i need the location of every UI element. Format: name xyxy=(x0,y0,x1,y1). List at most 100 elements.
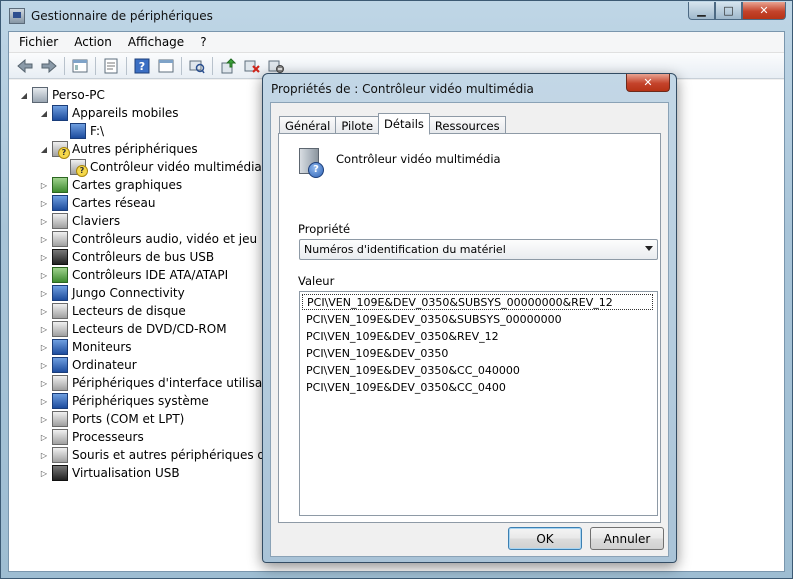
help-icon[interactable]: ? xyxy=(132,56,152,76)
tree-item-label: Souris et autres périphériques de poi xyxy=(72,448,267,462)
value-list-item[interactable]: PCI\VEN_109E&DEV_0350&REV_12 xyxy=(306,328,499,344)
expand-icon[interactable]: ▷ xyxy=(39,306,49,316)
menu-affichage[interactable]: Affichage xyxy=(120,35,192,49)
tree-item-label: Claviers xyxy=(72,214,121,228)
expand-icon[interactable]: ▷ xyxy=(39,342,49,352)
tree-item[interactable]: ▷ Processeurs xyxy=(39,428,144,446)
details-tab-panel: Contrôleur vidéo multimédia Propriété Nu… xyxy=(278,133,661,523)
tree-item[interactable]: ◢ Autres périphériques xyxy=(39,140,198,159)
tree-item-label: Périphériques système xyxy=(72,394,209,408)
device-tree[interactable]: ◢ Perso-PC ◢ Appareils mobiles F:\ ◢ Autres … xyxy=(9,80,267,571)
expand-icon[interactable]: ▷ xyxy=(39,216,49,226)
tree-item[interactable]: ▷ Lecteurs de DVD/CD-ROM xyxy=(39,320,227,338)
mobile-device-icon xyxy=(70,123,86,139)
port-icon xyxy=(52,411,68,427)
tree-item[interactable]: ▷ Contrôleurs de bus USB xyxy=(39,248,214,266)
tree-item[interactable]: ▷ Jungo Connectivity xyxy=(39,284,185,302)
toolbar-separator xyxy=(181,56,182,75)
tab-details[interactable]: Détails xyxy=(378,113,430,135)
tree-item[interactable]: ◢ Appareils mobiles xyxy=(39,104,179,122)
collapse-icon[interactable]: ◢ xyxy=(19,90,29,100)
tree-item[interactable]: ▷ Périphériques d'interface utilisateur xyxy=(39,374,267,392)
unknown-device-icon xyxy=(70,159,88,177)
tree-item[interactable]: F:\ xyxy=(57,122,104,140)
title-bar[interactable]: Gestionnaire de périphériques ▁ □ ✕ xyxy=(1,1,792,31)
tree-item-label: Cartes graphiques xyxy=(72,178,183,192)
chevron-down-icon[interactable] xyxy=(645,246,653,251)
console-icon[interactable] xyxy=(156,56,176,76)
tab-strip: Général Pilote Détails Ressources xyxy=(279,113,506,135)
expand-icon[interactable]: ▷ xyxy=(39,270,49,280)
expand-icon[interactable]: ▷ xyxy=(39,378,49,388)
value-list-item[interactable]: PCI\VEN_109E&DEV_0350&SUBSYS_00000000 xyxy=(306,311,562,327)
expand-icon[interactable]: ▷ xyxy=(39,360,49,370)
dialog-client: Général Pilote Détails Ressources Contrô… xyxy=(270,102,669,557)
tree-item-label: Virtualisation USB xyxy=(72,466,180,480)
menu-help[interactable]: ? xyxy=(192,35,214,49)
collapse-icon[interactable]: ◢ xyxy=(39,108,49,118)
properties-icon[interactable] xyxy=(101,56,121,76)
value-list[interactable]: PCI\VEN_109E&DEV_0350&SUBSYS_00000000&RE… xyxy=(299,291,658,516)
dialog-close-button[interactable]: ✕ xyxy=(626,74,670,92)
tree-item[interactable]: ▷ Cartes réseau xyxy=(39,194,155,212)
tree-item[interactable]: ▷ Claviers xyxy=(39,212,120,230)
tree-item-label: Cartes réseau xyxy=(72,196,156,210)
expand-icon[interactable]: ▷ xyxy=(39,324,49,334)
expand-icon[interactable]: ▷ xyxy=(39,198,49,208)
tree-item[interactable]: ▷ Souris et autres périphériques de poi xyxy=(39,446,267,464)
tree-item[interactable]: ▷ Virtualisation USB xyxy=(39,464,180,482)
uninstall-icon[interactable] xyxy=(242,56,262,76)
expand-icon[interactable]: ▷ xyxy=(39,450,49,460)
menu-action[interactable]: Action xyxy=(66,35,120,49)
value-list-item[interactable]: PCI\VEN_109E&DEV_0350&CC_0400 xyxy=(306,379,506,395)
toolbar-separator xyxy=(64,56,65,75)
expand-icon[interactable]: ▷ xyxy=(39,180,49,190)
expand-icon[interactable]: ▷ xyxy=(39,252,49,262)
scan-hardware-icon[interactable] xyxy=(187,56,207,76)
expand-icon[interactable]: ▷ xyxy=(39,234,49,244)
audio-icon xyxy=(52,231,68,247)
close-button[interactable]: ✕ xyxy=(742,2,786,20)
expand-icon[interactable]: ▷ xyxy=(39,414,49,424)
tree-item[interactable]: ▷ Ordinateur xyxy=(39,356,137,374)
unknown-device-icon xyxy=(299,148,324,178)
tree-item[interactable]: ▷ Lecteurs de disque xyxy=(39,302,186,320)
ok-button[interactable]: OK xyxy=(508,527,582,550)
tree-view-icon[interactable] xyxy=(70,56,90,76)
tree-item-label: Lecteurs de disque xyxy=(72,304,186,318)
tree-item-label: F:\ xyxy=(90,124,105,138)
usb-virtual-icon xyxy=(52,465,68,481)
property-dropdown[interactable]: Numéros d'identification du matériel xyxy=(299,239,658,260)
expand-icon[interactable]: ▷ xyxy=(39,396,49,406)
mouse-icon xyxy=(52,447,68,463)
ide-icon xyxy=(52,267,68,283)
back-icon[interactable] xyxy=(15,56,35,76)
tree-item[interactable]: ▷ Périphériques système xyxy=(39,392,209,410)
tree-item[interactable]: ▷ Contrôleurs IDE ATA/ATAPI xyxy=(39,266,228,284)
value-list-item[interactable]: PCI\VEN_109E&DEV_0350 xyxy=(306,345,448,361)
expand-icon[interactable]: ▷ xyxy=(39,432,49,442)
expand-icon[interactable]: ▷ xyxy=(39,468,49,478)
maximize-button[interactable]: □ xyxy=(715,2,742,20)
tree-item-label: Contrôleur vidéo multimédia xyxy=(90,160,262,174)
expand-icon[interactable]: ▷ xyxy=(39,288,49,298)
tree-item[interactable]: ▷ Ports (COM et LPT) xyxy=(39,410,184,428)
tree-item-label: Contrôleurs audio, vidéo et jeu xyxy=(72,232,258,246)
cancel-button[interactable]: Annuler xyxy=(590,527,664,550)
device-manager-icon xyxy=(9,8,25,24)
tree-item[interactable]: ▷ Cartes graphiques xyxy=(39,176,182,194)
tree-item[interactable]: ▷ Moniteurs xyxy=(39,338,132,356)
tree-root[interactable]: ◢ Perso-PC xyxy=(19,86,105,104)
minimize-button[interactable]: ▁ xyxy=(688,2,715,20)
toolbar-separator xyxy=(126,56,127,75)
menu-fichier[interactable]: Fichier xyxy=(11,35,66,49)
tree-item[interactable]: ▷ Contrôleurs audio, vidéo et jeu xyxy=(39,230,257,248)
tree-item[interactable]: Contrôleur vidéo multimédia xyxy=(57,158,262,177)
dialog-title: Propriétés de : Contrôleur vidéo multimé… xyxy=(271,82,534,96)
value-list-item[interactable]: PCI\VEN_109E&DEV_0350&CC_040000 xyxy=(306,362,520,378)
value-list-item[interactable]: PCI\VEN_109E&DEV_0350&SUBSYS_00000000&RE… xyxy=(302,294,653,310)
update-driver-icon[interactable] xyxy=(218,56,238,76)
forward-icon[interactable] xyxy=(39,56,59,76)
monitor-icon xyxy=(52,339,68,355)
collapse-icon[interactable]: ◢ xyxy=(39,144,49,154)
